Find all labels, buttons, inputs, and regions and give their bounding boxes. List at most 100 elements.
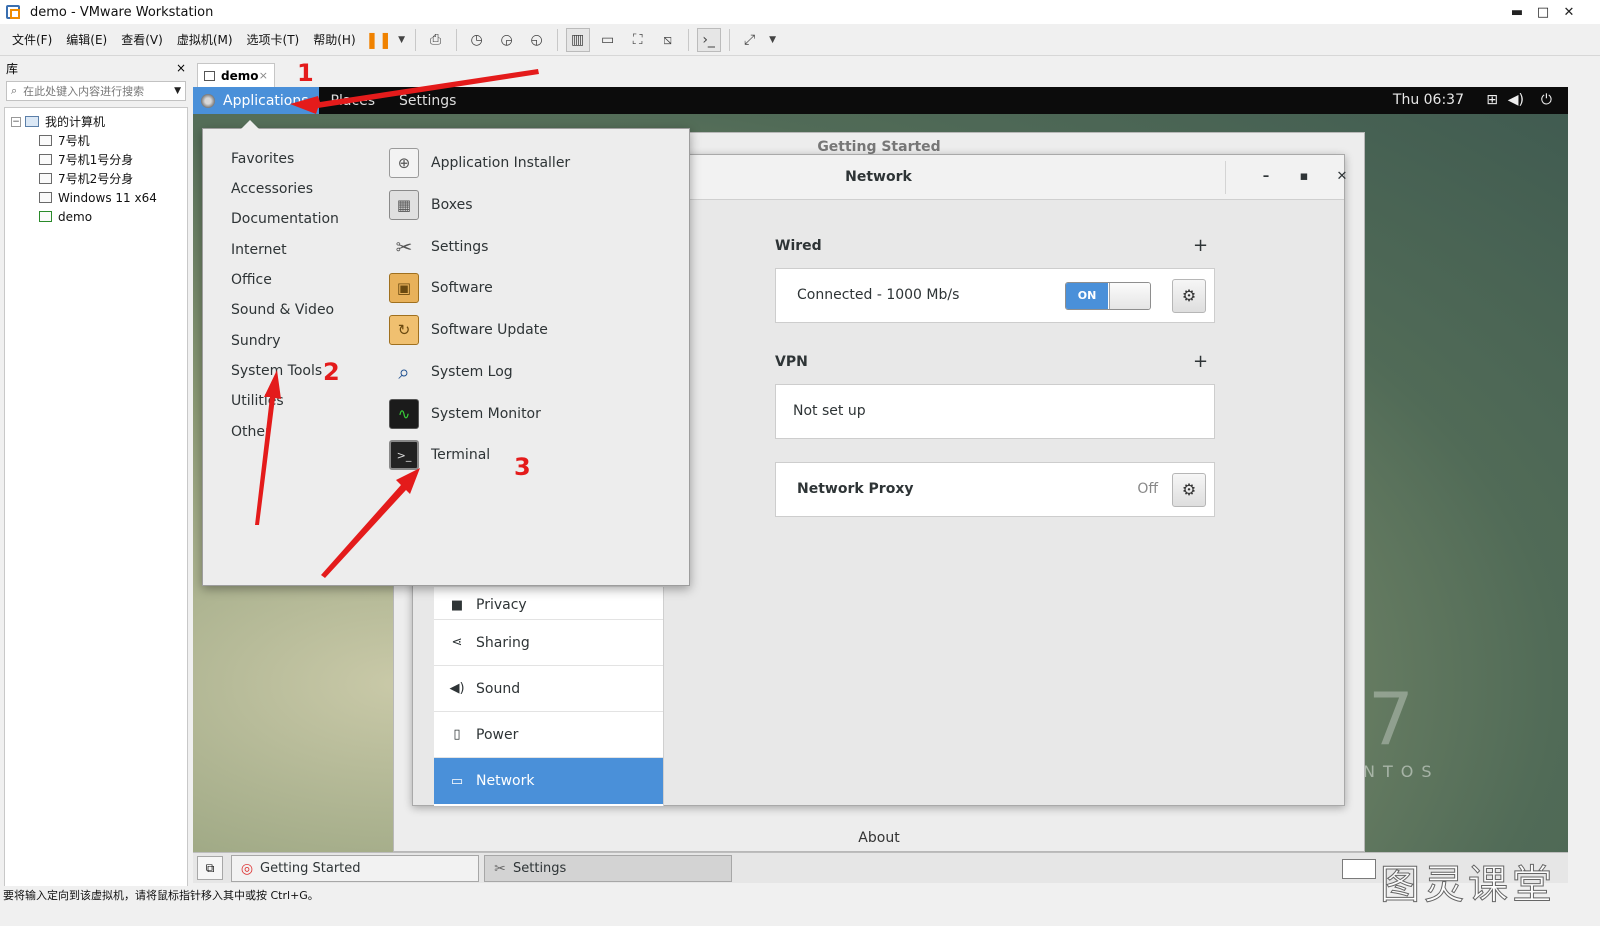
taskbar-label: Getting Started bbox=[260, 861, 361, 876]
unity-icon[interactable]: ⧅ bbox=[656, 28, 680, 52]
snapshot-manager-icon[interactable]: ◵ bbox=[525, 28, 549, 52]
stretch-guest-icon[interactable]: ⤢ bbox=[738, 28, 762, 52]
guest-desktop[interactable]: 7 NTOS Getting Started About Network – ▪… bbox=[193, 87, 1568, 883]
send-ctrl-alt-del-icon[interactable]: ⎙ bbox=[424, 28, 448, 52]
menu-edit[interactable]: 编辑(E) bbox=[60, 31, 113, 48]
category-documentation[interactable]: Documentation bbox=[231, 211, 339, 227]
console-view-icon[interactable]: ›_ bbox=[696, 27, 721, 52]
app-settings[interactable]: ✂ Settings bbox=[389, 230, 489, 264]
category-utilities[interactable]: Utilities bbox=[231, 393, 284, 409]
stretch-dropdown-icon[interactable]: ▼ bbox=[768, 28, 778, 52]
wired-toggle[interactable]: ON bbox=[1065, 282, 1151, 310]
tree-item-my-computer[interactable]: − 我的计算机 bbox=[5, 112, 187, 131]
vpn-status: Not set up bbox=[793, 403, 866, 419]
app-label: Software Update bbox=[431, 322, 548, 338]
app-boxes[interactable]: ▦ Boxes bbox=[389, 188, 473, 222]
network-proxy-card[interactable]: Network Proxy Off ⚙ bbox=[775, 462, 1215, 517]
tree-item-label: demo bbox=[58, 209, 93, 224]
vm-tab-demo[interactable]: demo × bbox=[197, 63, 275, 87]
revert-snapshot-icon[interactable]: ◶ bbox=[495, 28, 519, 52]
app-terminal[interactable]: >_ Terminal bbox=[389, 438, 490, 472]
power-menu-icon[interactable]: ⏻ bbox=[1541, 92, 1552, 108]
app-system-log[interactable]: ⌕ System Log bbox=[389, 355, 512, 389]
add-wired-icon[interactable]: + bbox=[1193, 235, 1208, 256]
taskbar-getting-started[interactable]: ◎ Getting Started bbox=[231, 855, 479, 882]
sidebar-item-power[interactable]: ▯ Power bbox=[434, 712, 663, 758]
sidebar-item-label: Sound bbox=[476, 680, 521, 697]
sidebar-item-label: Network bbox=[476, 773, 535, 789]
tree-item-label: 我的计算机 bbox=[45, 115, 106, 129]
places-menu-button[interactable]: Places bbox=[331, 93, 376, 109]
network-status-icon[interactable]: ⊞ bbox=[1486, 92, 1498, 108]
app-application-installer[interactable]: ⊕ Application Installer bbox=[389, 146, 570, 180]
pause-dropdown-icon[interactable]: ▼ bbox=[397, 28, 407, 52]
collapse-icon[interactable]: − bbox=[11, 116, 21, 127]
status-bar: 要将输入定向到该虚拟机，请将鼠标指针移入其中或按 Ctrl+G。 bbox=[0, 886, 1600, 906]
full-screen-icon[interactable]: ⛶ bbox=[626, 28, 650, 52]
library-search-input[interactable]: ⌕ 在此处键入内容进行搜索 ▼ bbox=[6, 81, 186, 101]
sidebar-item-network[interactable]: ▭ Network bbox=[434, 758, 663, 804]
maximize-button[interactable]: □ bbox=[1530, 0, 1556, 24]
add-vpn-icon[interactable]: + bbox=[1193, 351, 1208, 372]
toolbar-divider bbox=[455, 28, 457, 51]
gear-icon[interactable]: ⚙ bbox=[1172, 279, 1206, 313]
category-other[interactable]: Other bbox=[231, 424, 271, 440]
network-icon: ▭ bbox=[450, 773, 464, 789]
toolbar-divider bbox=[556, 28, 558, 51]
maximize-icon[interactable]: ▪ bbox=[1294, 167, 1314, 187]
gnome-top-bar: Applications Places Settings Thu 06:37 ⊞… bbox=[193, 87, 1568, 114]
settings-menu-button[interactable]: Settings bbox=[399, 93, 456, 109]
app-software[interactable]: ▣ Software bbox=[389, 271, 493, 305]
category-sundry[interactable]: Sundry bbox=[231, 333, 281, 349]
menu-vm[interactable]: 虚拟机(M) bbox=[171, 31, 239, 48]
volume-icon[interactable]: ◀) bbox=[1508, 92, 1524, 108]
gear-icon[interactable]: ⚙ bbox=[1172, 473, 1206, 507]
menu-view[interactable]: 查看(V) bbox=[115, 31, 169, 48]
brand-watermark: 图灵课堂 bbox=[1380, 862, 1556, 909]
tree-item-vm[interactable]: 7号机1号分身 bbox=[5, 150, 187, 169]
vm-icon bbox=[204, 70, 215, 81]
minimize-button[interactable]: ▬ bbox=[1504, 0, 1530, 24]
menu-file[interactable]: 文件(F) bbox=[6, 31, 58, 48]
show-library-icon[interactable]: ▥ bbox=[565, 27, 590, 52]
tree-item-vm-running[interactable]: demo bbox=[5, 207, 187, 226]
vm-tab-close-button[interactable]: × bbox=[259, 69, 268, 82]
taskbar-settings[interactable]: ✂ Settings bbox=[484, 855, 732, 882]
library-close-button[interactable]: × bbox=[176, 61, 186, 75]
about-link[interactable]: About bbox=[393, 824, 1365, 852]
sidebar-item-sharing[interactable]: ⋖ Sharing bbox=[434, 620, 663, 666]
installer-icon: ⊕ bbox=[389, 148, 419, 178]
app-system-monitor[interactable]: ∿ System Monitor bbox=[389, 397, 541, 431]
close-button[interactable]: ✕ bbox=[1556, 0, 1582, 24]
chevron-down-icon[interactable]: ▼ bbox=[174, 86, 181, 96]
help-lifebuoy-icon: ◎ bbox=[240, 860, 254, 877]
snapshot-icon[interactable]: ◷ bbox=[465, 28, 489, 52]
vm-clone-icon bbox=[39, 173, 52, 184]
category-internet[interactable]: Internet bbox=[231, 242, 287, 258]
category-favorites[interactable]: Favorites bbox=[231, 151, 294, 167]
tree-item-vm[interactable]: 7号机2号分身 bbox=[5, 169, 187, 188]
tree-item-label: 7号机1号分身 bbox=[58, 153, 134, 167]
tree-item-vm[interactable]: 7号机 bbox=[5, 131, 187, 150]
menu-tabs[interactable]: 选项卡(T) bbox=[241, 31, 306, 48]
category-accessories[interactable]: Accessories bbox=[231, 181, 313, 197]
thumbnail-bar-icon[interactable]: ▭ bbox=[596, 28, 620, 52]
category-system-tools[interactable]: System Tools bbox=[231, 363, 322, 379]
app-label: Software bbox=[431, 280, 493, 296]
minimize-icon[interactable]: – bbox=[1256, 167, 1276, 187]
clock[interactable]: Thu 06:37 bbox=[1393, 92, 1464, 108]
category-sound-video[interactable]: Sound & Video bbox=[231, 302, 334, 318]
applications-menu-button[interactable]: Applications bbox=[193, 87, 319, 114]
workspace-switcher[interactable] bbox=[1342, 859, 1376, 879]
app-software-update[interactable]: ↻ Software Update bbox=[389, 313, 548, 347]
sidebar-item-privacy[interactable]: ■ Privacy bbox=[434, 587, 663, 620]
close-icon[interactable]: ✕ bbox=[1332, 167, 1352, 187]
sidebar-item-sound[interactable]: ◀) Sound bbox=[434, 666, 663, 712]
menu-help[interactable]: 帮助(H) bbox=[307, 31, 361, 48]
pause-icon[interactable]: ❚❚ bbox=[365, 28, 392, 52]
show-desktop-icon[interactable]: ⧉ bbox=[197, 856, 223, 880]
search-icon: ⌕ bbox=[11, 84, 18, 97]
library-header: 库 × bbox=[0, 57, 192, 79]
category-office[interactable]: Office bbox=[231, 272, 272, 288]
tree-item-vm[interactable]: Windows 11 x64 bbox=[5, 188, 187, 207]
